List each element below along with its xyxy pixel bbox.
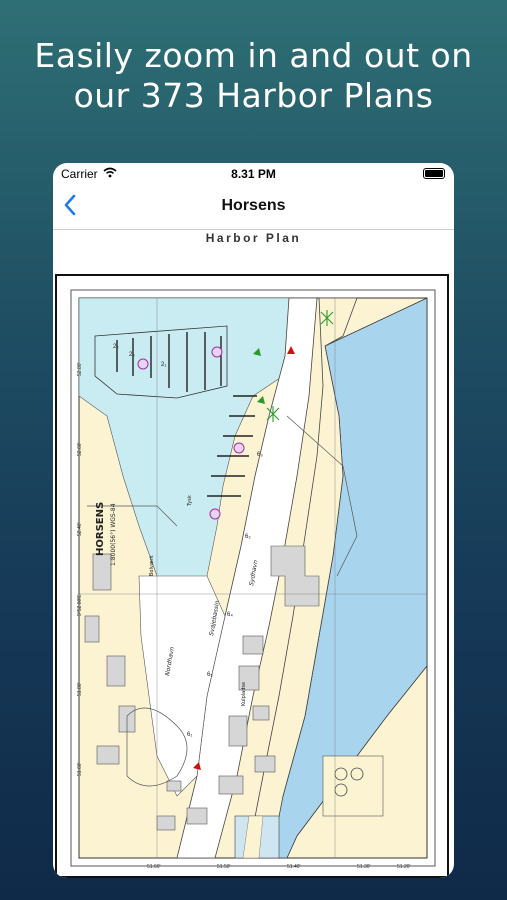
phone-screen: Carrier 8.31 PM Horsens Harbor Plan 2₂ 2… [53, 163, 454, 878]
map-title: HORSENS [95, 502, 106, 556]
lat-label: 51.30' [357, 864, 371, 870]
depth-label: 6₄ [227, 612, 233, 618]
navigation-bar: Horsens [53, 185, 454, 230]
lat-label: 51.60' [147, 864, 161, 870]
status-bar: Carrier 8.31 PM [53, 163, 454, 185]
lon-label: 52.40' [77, 522, 83, 536]
lon-label: 52.60' [77, 442, 83, 456]
depth-label: 2₂ [113, 344, 119, 350]
lon-label: 51.60' [77, 762, 83, 776]
lat-label: 51.50' [217, 864, 231, 870]
label-tysk: Tysk [187, 495, 193, 507]
depth-label: 6₁ [187, 732, 192, 738]
battery-icon [423, 168, 445, 179]
depth-label: 6₂ [245, 534, 251, 540]
harbor-chart-svg[interactable]: 2₂ 2₃ 2₁ 6₃ 6₂ 6₄ 6₅ 6₁ HORSENS 1:8000(5… [57, 276, 447, 876]
section-title: Harbor Plan [205, 231, 302, 245]
map-scale: 1:8000(56°) WGS-84 [110, 503, 117, 566]
depth-label: 6₅ [207, 672, 213, 678]
label-kulpladse: Kulpladse [241, 682, 247, 706]
depth-label: 2₃ [129, 352, 135, 358]
headline-line-1: Easily zoom in and out on [34, 36, 473, 75]
lon-label: 52.80' [77, 362, 83, 376]
promo-headline: Easily zoom in and out on our 373 Harbor… [0, 36, 507, 116]
harbor-plan-map[interactable]: 2₂ 2₃ 2₁ 6₃ 6₂ 6₄ 6₅ 6₁ HORSENS 1:8000(5… [55, 274, 449, 878]
depth-label: 2₁ [161, 362, 166, 368]
nav-title: Horsens [221, 197, 286, 214]
headline-line-2: our 373 Harbor Plans [73, 76, 434, 115]
lon-label: 51.80' [77, 682, 83, 696]
lat-label: 51.20' [397, 864, 411, 870]
status-time: 8.31 PM [231, 167, 276, 181]
tank-farm [322, 755, 384, 817]
overview-inset [234, 815, 280, 859]
label-bolvaerk: Bolværk [149, 555, 155, 576]
lon-label: 9°52.00'E [77, 594, 83, 616]
lat-label: 51.40' [287, 864, 301, 870]
depth-label: 6₃ [257, 452, 263, 458]
